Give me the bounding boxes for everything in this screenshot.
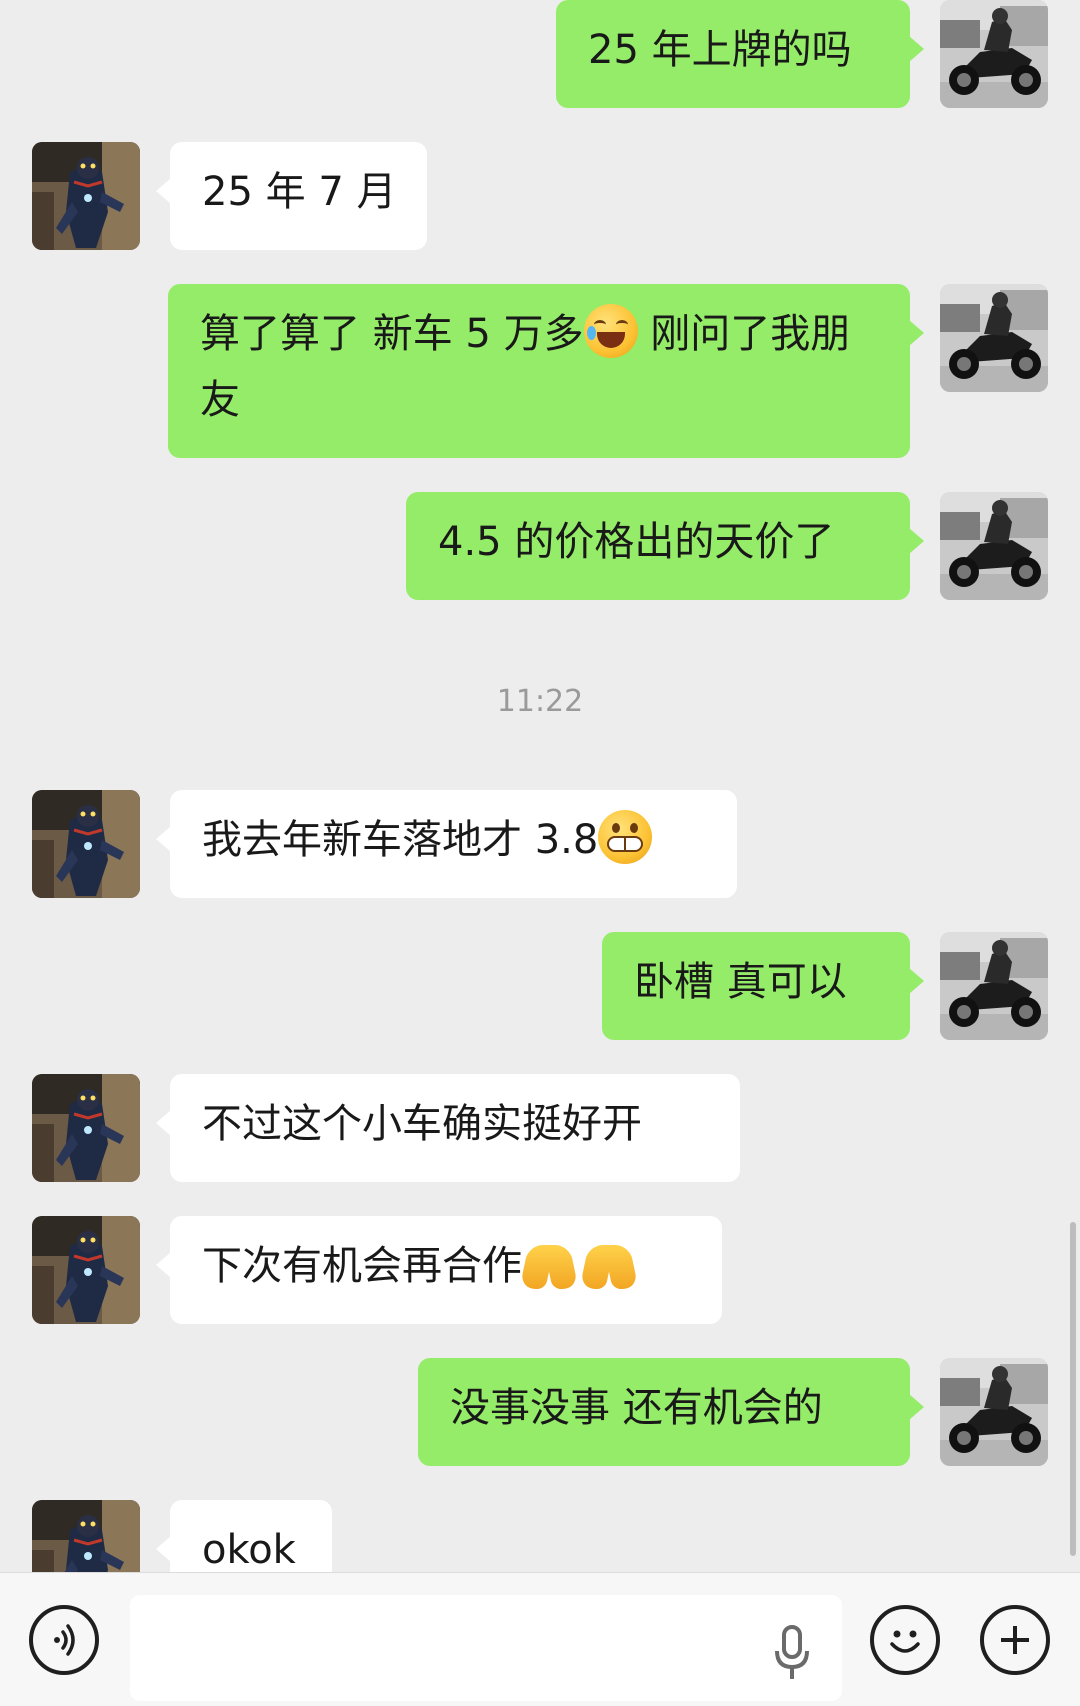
superhero-figure-photo bbox=[32, 1216, 140, 1324]
plus-icon[interactable] bbox=[980, 1605, 1050, 1675]
folded-hands-emoji-icon bbox=[582, 1237, 642, 1291]
outgoing-message[interactable]: 卧槽 真可以 bbox=[602, 932, 924, 1040]
self-avatar[interactable] bbox=[940, 932, 1048, 1040]
motorcycle-rider-photo bbox=[940, 0, 1048, 108]
self-avatar[interactable] bbox=[940, 1358, 1048, 1466]
contact-avatar[interactable] bbox=[32, 1074, 140, 1182]
motorcycle-rider-photo bbox=[940, 284, 1048, 392]
incoming-message[interactable]: 我去年新车落地才 3.8 bbox=[156, 790, 737, 898]
self-avatar[interactable] bbox=[940, 0, 1048, 108]
self-avatar[interactable] bbox=[940, 284, 1048, 392]
voice-toggle-icon[interactable] bbox=[29, 1605, 99, 1675]
motorcycle-rider-photo bbox=[940, 492, 1048, 600]
incoming-message[interactable]: 不过这个小车确实挺好开 bbox=[156, 1074, 740, 1182]
tears-of-joy-emoji-icon bbox=[583, 304, 638, 358]
motorcycle-rider-photo bbox=[940, 932, 1048, 1040]
outgoing-message[interactable]: 没事没事 还有机会的 bbox=[418, 1358, 924, 1466]
contact-avatar[interactable] bbox=[32, 1216, 140, 1324]
microphone-icon[interactable] bbox=[772, 1623, 812, 1683]
motorcycle-rider-photo bbox=[940, 1358, 1048, 1466]
incoming-message[interactable]: 25 年 7 月 bbox=[156, 142, 427, 250]
superhero-figure-photo bbox=[32, 790, 140, 898]
message-input[interactable] bbox=[130, 1595, 842, 1701]
message-text: 下次有机会再合作 bbox=[202, 1243, 522, 1289]
outgoing-message[interactable]: 4.5 的价格出的天价了 bbox=[406, 492, 924, 600]
message-text: 我去年新车落地才 3.8 bbox=[202, 817, 599, 863]
scrollbar[interactable] bbox=[1070, 1222, 1076, 1556]
chat-message-list[interactable]: 25 年上牌的吗 25 年 7 月 算了算了 新车 5 万多 刚问了我朋友 4.… bbox=[0, 0, 1080, 1572]
incoming-message[interactable]: 下次有机会再合作 bbox=[156, 1216, 722, 1324]
self-avatar[interactable] bbox=[940, 492, 1048, 600]
superhero-figure-photo bbox=[32, 1074, 140, 1182]
message-text: 算了算了 新车 5 万多 bbox=[200, 311, 584, 357]
chat-input-bar bbox=[0, 1572, 1080, 1706]
contact-avatar[interactable] bbox=[32, 142, 140, 250]
outgoing-message[interactable]: 算了算了 新车 5 万多 刚问了我朋友 bbox=[168, 284, 924, 458]
grimacing-emoji-icon bbox=[598, 810, 653, 864]
incoming-message[interactable]: okok bbox=[156, 1500, 332, 1572]
outgoing-message[interactable]: 25 年上牌的吗 bbox=[556, 0, 924, 108]
timestamp: 11:22 bbox=[496, 684, 584, 719]
folded-hands-emoji-icon bbox=[522, 1237, 582, 1291]
superhero-figure-photo bbox=[32, 142, 140, 250]
emoji-face-icon[interactable] bbox=[870, 1605, 940, 1675]
superhero-figure-photo bbox=[32, 1500, 140, 1572]
contact-avatar[interactable] bbox=[32, 790, 140, 898]
contact-avatar[interactable] bbox=[32, 1500, 140, 1572]
